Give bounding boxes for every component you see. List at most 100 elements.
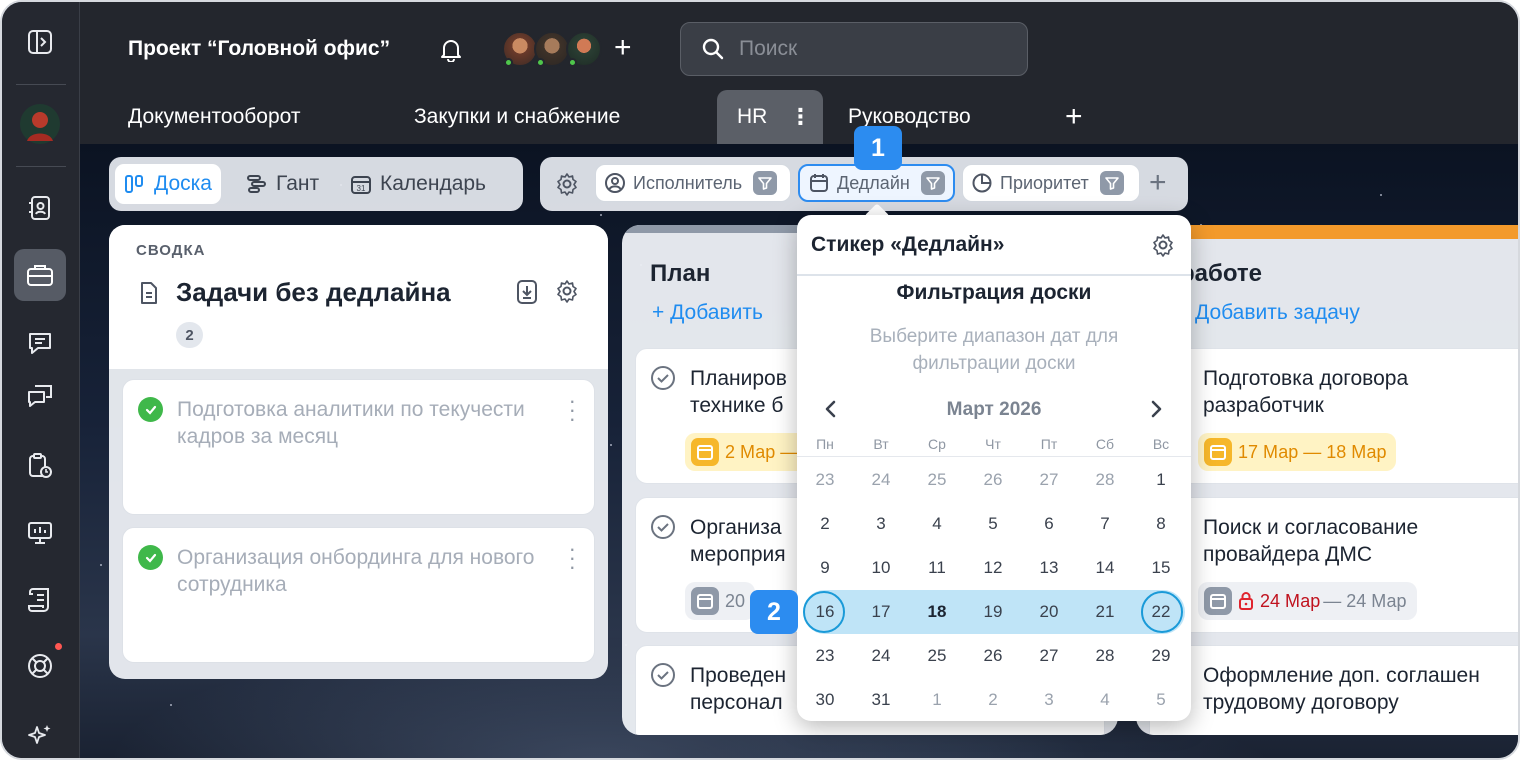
calendar-day[interactable]: 12 [965, 546, 1021, 590]
funnel-icon[interactable] [753, 171, 778, 195]
calendar-day[interactable]: 27 [1021, 458, 1077, 502]
tab-documents[interactable]: Документооборот [128, 90, 301, 144]
calendar-day[interactable]: 16 [797, 590, 853, 634]
add-filter-button[interactable]: + [1149, 166, 1167, 200]
calendar-day[interactable]: 23 [797, 458, 853, 502]
task-status-icon[interactable] [650, 514, 676, 540]
calendar-day[interactable]: 20 [1021, 590, 1077, 634]
add-task-button[interactable]: + Добавить [652, 301, 763, 325]
calendar-day[interactable]: 17 [853, 590, 909, 634]
funnel-icon[interactable] [1099, 171, 1124, 195]
filter-priority-chip[interactable]: Приоритет [962, 164, 1140, 202]
task-card[interactable]: Оформление доп. соглашен трудовому догово… [1149, 645, 1518, 735]
calendar-day[interactable]: 14 [1077, 546, 1133, 590]
list-item[interactable]: Подготовка аналитики по текучести кадров… [122, 379, 595, 515]
task-card[interactable]: Поиск и согласование провайдера ДМС 24 Ма… [1149, 497, 1518, 633]
calendar-day[interactable]: 29 [1133, 634, 1189, 678]
calendar-day[interactable]: 2 [965, 678, 1021, 722]
calendar-day[interactable]: 28 [1077, 458, 1133, 502]
calendar-day[interactable]: 11 [909, 546, 965, 590]
more-menu-icon[interactable]: · · · [569, 538, 576, 578]
calendar-day[interactable]: 23 [797, 634, 853, 678]
calendar-day[interactable]: 1 [909, 678, 965, 722]
calendar-day[interactable]: 18 [909, 590, 965, 634]
calendar-view-icon: 31 [350, 173, 372, 195]
task-status-icon[interactable] [650, 365, 676, 391]
calendar-day[interactable]: 5 [1133, 678, 1189, 722]
calendar-day[interactable]: 4 [909, 502, 965, 546]
task-title: Организа мероприя [690, 516, 786, 566]
calendar-day[interactable]: 4 [1077, 678, 1133, 722]
add-task-button[interactable]: Добавить задачу [1195, 301, 1360, 325]
task-status-icon[interactable] [650, 662, 676, 688]
view-board-button[interactable]: Доска [115, 164, 221, 204]
calendar-day[interactable]: 8 [1133, 502, 1189, 546]
calendar-day[interactable]: 3 [853, 502, 909, 546]
calendar-day[interactable]: 30 [797, 678, 853, 722]
docs-icon[interactable] [14, 574, 66, 626]
calendar-day[interactable]: 2 [797, 502, 853, 546]
deadline-chip[interactable]: 20 [685, 582, 756, 620]
task-card[interactable]: Подготовка договора разработчик 17 Мар — … [1149, 348, 1518, 484]
filter-assignee-chip[interactable]: Исполнитель [595, 164, 791, 202]
calendar-day[interactable]: 10 [853, 546, 909, 590]
calendar-day[interactable]: 24 [853, 458, 909, 502]
search-box[interactable] [680, 22, 1028, 76]
calendar-day[interactable]: 6 [1021, 502, 1077, 546]
calendar-day[interactable]: 7 [1077, 502, 1133, 546]
calendar-day[interactable]: 3 [1021, 678, 1077, 722]
view-label: Календарь [380, 172, 486, 195]
calendar-day[interactable]: 15 [1133, 546, 1189, 590]
calendar-day[interactable]: 5 [965, 502, 1021, 546]
calendar-day[interactable]: 28 [1077, 634, 1133, 678]
tab-procurement[interactable]: Закупки и снабжение [414, 90, 620, 144]
calendar-day[interactable]: 25 [909, 634, 965, 678]
tab-menu-icon[interactable]: ⋮ [789, 104, 811, 130]
list-item[interactable]: Организация онбординга для нового сотруд… [122, 527, 595, 663]
calendar-day[interactable]: 27 [1021, 634, 1077, 678]
chat-icon[interactable] [14, 317, 66, 369]
tab-hr[interactable]: HR ⋮ [717, 90, 823, 144]
deadline-chip[interactable]: 24 Мар — 24 Мар [1198, 582, 1417, 620]
calendar-day[interactable]: 24 [853, 634, 909, 678]
funnel-icon[interactable] [920, 171, 945, 195]
calendar-day[interactable]: 31 [853, 678, 909, 722]
export-icon[interactable] [515, 279, 539, 305]
calendar-day[interactable]: 22 [1133, 590, 1189, 634]
tab-label: Документооборот [128, 105, 301, 128]
calendar-day[interactable]: 13 [1021, 546, 1077, 590]
view-calendar-button[interactable]: 31 Календарь [341, 164, 495, 204]
task-title: Подготовка аналитики по текучести кадров… [177, 398, 525, 448]
presentation-icon[interactable] [14, 507, 66, 559]
online-indicator [504, 58, 513, 67]
discussions-icon[interactable] [14, 370, 66, 422]
calendar-day[interactable]: 25 [909, 458, 965, 502]
settings-icon[interactable] [555, 172, 579, 196]
deadline-chip[interactable]: 17 Мар — 18 Мар [1198, 433, 1397, 471]
settings-icon[interactable] [555, 279, 579, 303]
sidebar-toggle-icon[interactable] [14, 16, 66, 68]
settings-icon[interactable] [1151, 233, 1175, 257]
calendar-day[interactable]: 26 [965, 458, 1021, 502]
calendar-day[interactable]: 21 [1077, 590, 1133, 634]
calendar-day[interactable]: 9 [797, 546, 853, 590]
contacts-icon[interactable] [14, 182, 66, 234]
projects-icon[interactable] [14, 249, 66, 301]
add-tab-button[interactable]: + [1065, 90, 1083, 144]
search-input[interactable] [739, 37, 1009, 61]
ai-sparkle-icon[interactable] [14, 710, 66, 758]
left-rail [2, 2, 80, 758]
add-member-button[interactable]: + [614, 32, 632, 64]
tasks-icon[interactable] [14, 440, 66, 492]
deadline-chip[interactable]: 2 Мар — [685, 433, 809, 471]
view-gantt-button[interactable]: Гант [237, 164, 328, 204]
calendar-day[interactable]: 19 [965, 590, 1021, 634]
calendar-day[interactable]: 1 [1133, 458, 1189, 502]
document-icon [138, 281, 160, 305]
more-menu-icon[interactable]: · · · [569, 390, 576, 430]
deadline-text: 20 [725, 590, 746, 611]
chevron-right-icon[interactable] [1144, 397, 1168, 421]
bell-icon[interactable] [440, 38, 462, 62]
calendar-day[interactable]: 26 [965, 634, 1021, 678]
user-avatar[interactable] [14, 98, 66, 150]
